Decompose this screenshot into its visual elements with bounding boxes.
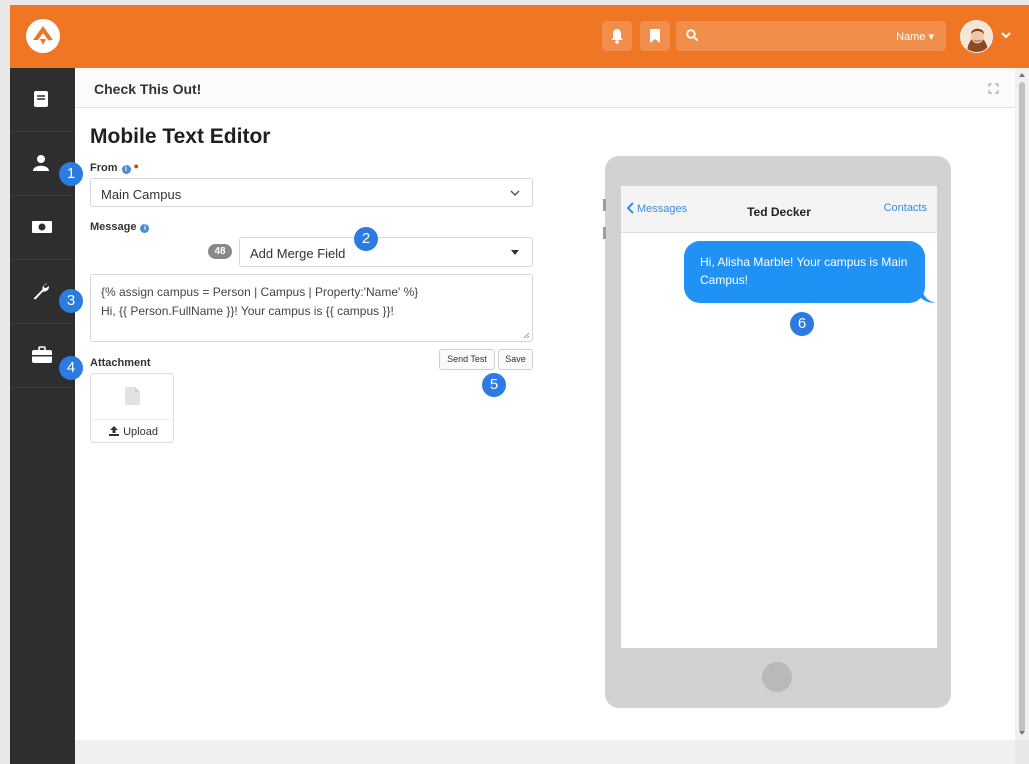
merge-field-select[interactable]: Add Merge Field	[239, 237, 533, 267]
top-header: Name ▾	[10, 5, 1029, 68]
callout-marker: 5	[482, 373, 506, 397]
panel-header	[75, 68, 1015, 108]
caret-down-icon	[511, 250, 519, 255]
briefcase-icon	[32, 346, 52, 363]
bell-icon	[611, 29, 623, 44]
scroll-up-icon[interactable]	[1015, 70, 1029, 80]
phone-side-button	[603, 227, 606, 239]
wrench-icon	[33, 283, 50, 300]
contacts-link[interactable]: Contacts	[884, 202, 927, 214]
phone-side-button	[603, 199, 606, 211]
from-select[interactable]: Main Campus	[90, 178, 533, 207]
phone-home-button	[762, 662, 792, 692]
bookmarks-button[interactable]	[640, 21, 670, 51]
chevron-down-icon	[510, 190, 520, 197]
notifications-button[interactable]	[602, 21, 632, 51]
phone-preview: Messages Ted Decker Contacts Hi, Alisha …	[603, 156, 951, 708]
upload-button[interactable]: Upload	[91, 419, 175, 444]
callout-marker: 2	[354, 227, 378, 251]
message-line: {% assign campus = Person | Campus | Pro…	[101, 285, 419, 299]
book-icon	[34, 91, 48, 107]
resize-grip-icon[interactable]	[523, 332, 530, 339]
phone-screen: Messages Ted Decker Contacts Hi, Alisha …	[621, 186, 937, 648]
required-indicator: ●	[133, 161, 139, 171]
message-line: Hi, {{ Person.FullName }}! Your campus i…	[101, 304, 394, 318]
scroll-down-icon[interactable]	[1015, 728, 1029, 738]
message-bubble: Hi, Alisha Marble! Your campus is Main C…	[684, 241, 925, 303]
page-scrollbar[interactable]	[1015, 68, 1029, 740]
person-icon	[33, 155, 49, 171]
send-test-button[interactable]: Send Test	[439, 349, 495, 370]
scrollbar-thumb[interactable]	[1019, 82, 1025, 732]
chevron-down-icon[interactable]	[1000, 30, 1012, 40]
callout-marker: 4	[59, 356, 83, 380]
fullscreen-icon[interactable]	[988, 83, 999, 94]
search-icon	[686, 29, 699, 42]
character-count-badge: 48	[208, 244, 232, 259]
callout-marker: 1	[59, 162, 83, 186]
from-label: From i ●	[90, 161, 139, 174]
conversation-header: Messages Ted Decker Contacts	[621, 186, 937, 233]
sidebar-item-content[interactable]	[10, 68, 75, 132]
bubble-tail	[921, 286, 936, 303]
page-title: Mobile Text Editor	[90, 125, 271, 148]
panel-title: Check This Out!	[94, 81, 202, 97]
message-textarea[interactable]: {% assign campus = Person | Campus | Pro…	[90, 274, 533, 342]
file-icon	[125, 387, 140, 405]
attachment-uploader[interactable]: Upload	[90, 373, 175, 444]
bookmark-icon	[650, 29, 660, 43]
message-label: Message i	[90, 221, 150, 233]
sidebar-item-finance[interactable]	[10, 196, 75, 260]
info-icon[interactable]: i	[140, 224, 150, 233]
rock-logo-icon[interactable]	[26, 19, 60, 53]
page-footer	[75, 740, 1015, 764]
callout-marker: 3	[59, 289, 83, 313]
avatar[interactable]	[960, 20, 993, 53]
save-button[interactable]: Save	[498, 349, 533, 370]
search-scope-dropdown[interactable]: Name ▾	[896, 30, 934, 43]
callout-marker: 6	[790, 312, 814, 336]
attachment-label: Attachment	[90, 357, 151, 369]
main-panel: Check This Out! Mobile Text Editor From i…	[75, 68, 1015, 740]
money-icon	[32, 221, 52, 233]
search-input[interactable]: Name ▾	[676, 21, 946, 51]
upload-icon	[109, 426, 120, 436]
info-icon[interactable]: i	[121, 165, 131, 174]
